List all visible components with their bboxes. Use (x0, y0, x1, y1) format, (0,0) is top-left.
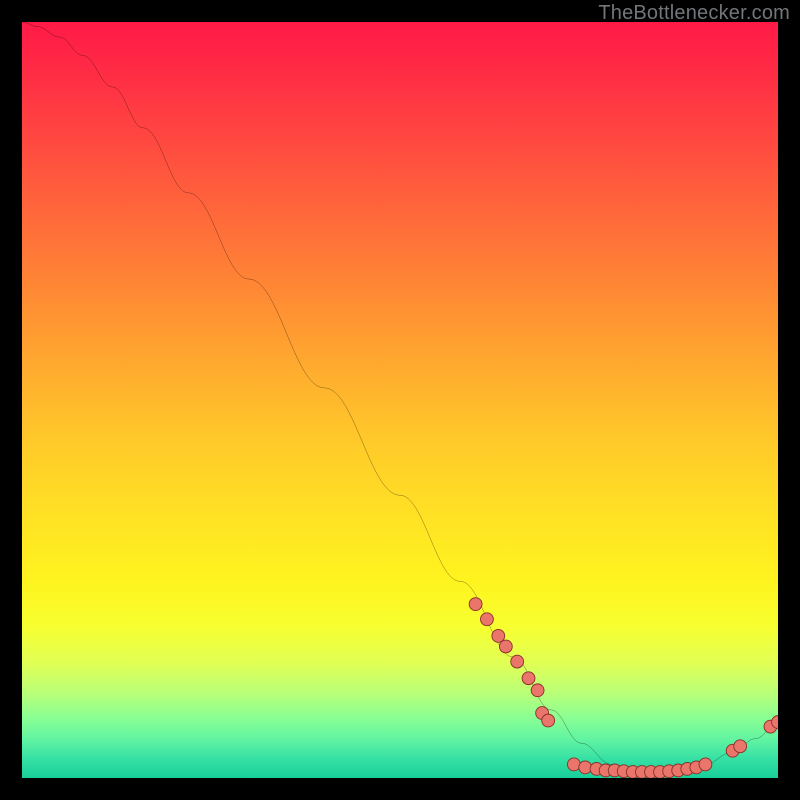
chart-curve (22, 22, 778, 772)
plot-area (22, 22, 778, 778)
chart-overlay (22, 22, 778, 778)
marker-dot (579, 761, 592, 774)
marker-dot (499, 640, 512, 653)
marker-dot (567, 758, 580, 771)
marker-dot (542, 714, 555, 727)
marker-dot (699, 758, 712, 771)
marker-dot (469, 598, 482, 611)
chart-markers (469, 598, 778, 778)
marker-dot (531, 684, 544, 697)
marker-dot (481, 613, 494, 626)
marker-dot (522, 672, 535, 685)
marker-dot (511, 655, 524, 668)
marker-dot (734, 740, 747, 753)
chart-stage: TheBottlenecker.com (0, 0, 800, 800)
